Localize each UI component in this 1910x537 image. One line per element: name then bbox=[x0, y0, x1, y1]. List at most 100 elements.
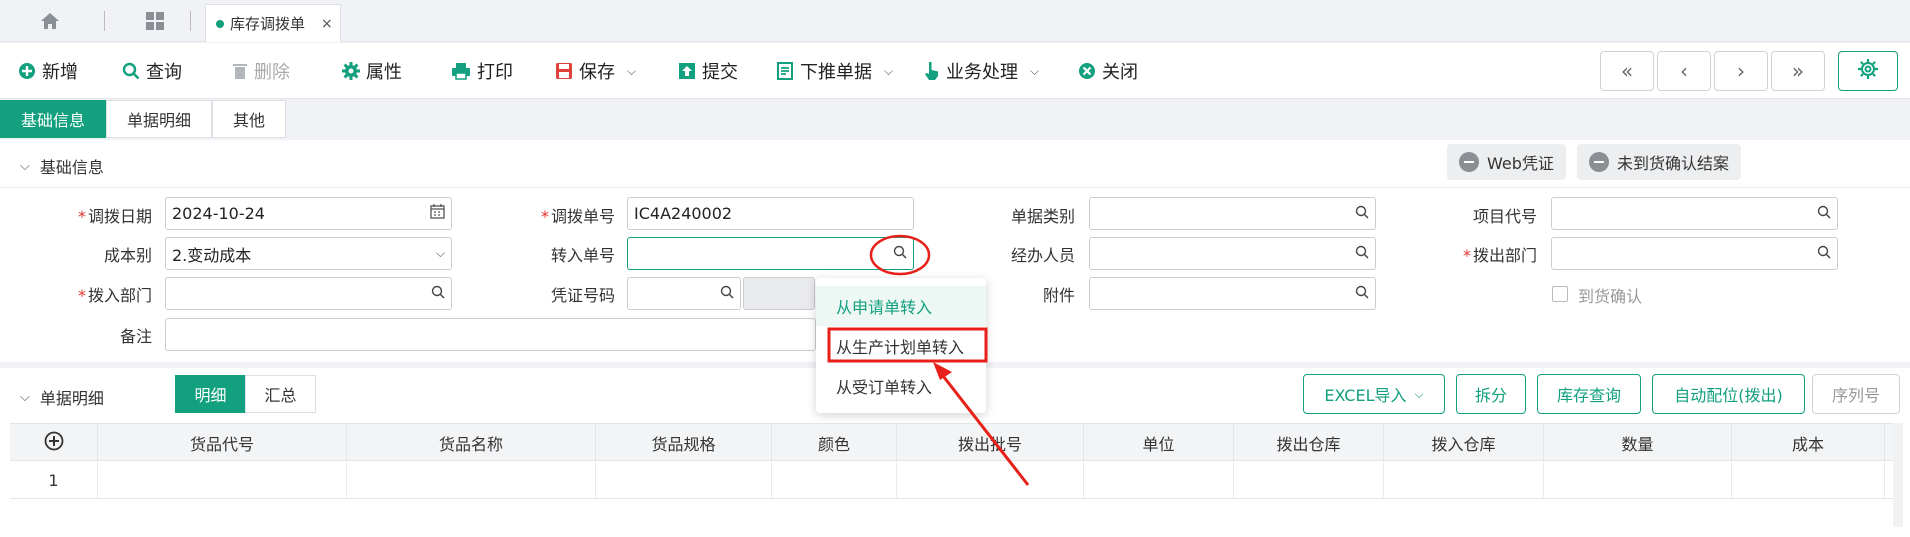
cell[interactable] bbox=[772, 461, 897, 499]
new-button[interactable]: 新增 bbox=[18, 43, 78, 99]
col-header[interactable]: 成本 bbox=[1732, 424, 1885, 462]
close-label: 关闭 bbox=[1102, 62, 1138, 83]
chevron-down-icon[interactable]: ⌵ bbox=[884, 64, 893, 79]
col-header[interactable]: 拨出仓库 bbox=[1234, 424, 1384, 462]
unarrived-confirm-button[interactable]: 未到货确认结案 bbox=[1577, 144, 1742, 180]
voucher-no-field[interactable] bbox=[627, 277, 741, 310]
menu-item-from-sales-order[interactable]: 从受订单转入 bbox=[816, 366, 986, 406]
close-button[interactable]: 关闭 bbox=[1078, 43, 1138, 99]
unarrived-confirm-label: 未到货确认结案 bbox=[1617, 154, 1730, 173]
col-header[interactable]: 颜色 bbox=[772, 424, 897, 462]
in-doc-no-field[interactable] bbox=[627, 237, 914, 270]
search-icon[interactable] bbox=[1817, 244, 1831, 263]
search-icon[interactable] bbox=[1817, 204, 1831, 223]
search-icon[interactable] bbox=[1355, 244, 1369, 263]
cell[interactable] bbox=[897, 461, 1084, 499]
transfer-date-field[interactable]: 2024-10-24 bbox=[165, 197, 452, 230]
attachment-field[interactable] bbox=[1089, 277, 1376, 310]
print-label: 打印 bbox=[477, 62, 513, 83]
apps-grid-icon[interactable] bbox=[140, 8, 170, 34]
plus-circle-icon bbox=[44, 431, 64, 455]
last-record-button[interactable]: » bbox=[1771, 51, 1825, 91]
next-record-button[interactable]: › bbox=[1714, 51, 1768, 91]
chevron-down-icon[interactable]: ⌵ bbox=[1030, 64, 1039, 79]
auto-allocate-button[interactable]: 自动配位(拨出) bbox=[1652, 374, 1805, 414]
tab-other[interactable]: 其他 bbox=[212, 100, 287, 138]
remark-field[interactable] bbox=[165, 318, 816, 351]
home-icon[interactable] bbox=[30, 8, 70, 34]
add-row-button[interactable] bbox=[10, 424, 98, 462]
previous-record-button[interactable]: ‹ bbox=[1657, 51, 1711, 91]
table-row[interactable]: 1 bbox=[10, 461, 1900, 499]
in-dept-field[interactable] bbox=[165, 277, 452, 310]
col-header[interactable]: 货品代号 bbox=[98, 424, 347, 462]
col-header[interactable]: 货品名称 bbox=[347, 424, 596, 462]
cell[interactable] bbox=[1234, 461, 1384, 499]
search-icon[interactable] bbox=[720, 284, 734, 303]
print-button[interactable]: 打印 bbox=[451, 43, 513, 99]
col-header[interactable]: 拨出批号 bbox=[897, 424, 1084, 462]
tab-stock-transfer[interactable]: 库存调拨单 × bbox=[205, 4, 341, 42]
save-button[interactable]: 保存 ⌵ bbox=[555, 43, 636, 99]
section-title: 基础信息 bbox=[39, 158, 104, 177]
doc-type-field[interactable] bbox=[1089, 197, 1376, 230]
col-header[interactable]: 拨入仓库 bbox=[1384, 424, 1544, 462]
basic-info-header[interactable]: ⌵ 基础信息 bbox=[20, 154, 104, 178]
cell[interactable] bbox=[596, 461, 772, 499]
chevron-down-icon[interactable]: ⌵ bbox=[436, 246, 445, 261]
settings-button[interactable] bbox=[1838, 51, 1898, 91]
stock-query-button[interactable]: 库存查询 bbox=[1537, 374, 1641, 414]
cell[interactable] bbox=[347, 461, 596, 499]
search-icon[interactable] bbox=[431, 284, 445, 303]
query-button[interactable]: 查询 bbox=[122, 43, 182, 99]
col-header[interactable]: 货品规格 bbox=[596, 424, 772, 462]
out-dept-field[interactable] bbox=[1551, 237, 1838, 270]
calendar-icon[interactable] bbox=[430, 204, 445, 223]
cell[interactable] bbox=[1384, 461, 1544, 499]
arrival-confirm-checkbox[interactable] bbox=[1552, 286, 1568, 302]
submit-button[interactable]: 提交 bbox=[678, 43, 738, 99]
cell[interactable] bbox=[1732, 461, 1885, 499]
delete-button[interactable]: 删除 bbox=[232, 43, 290, 99]
web-voucher-button[interactable]: Web凭证 bbox=[1447, 144, 1566, 180]
search-icon[interactable] bbox=[893, 244, 907, 263]
first-record-button[interactable]: « bbox=[1600, 51, 1654, 91]
cell[interactable] bbox=[1544, 461, 1732, 499]
handler-field[interactable] bbox=[1089, 237, 1376, 270]
menu-item-from-request[interactable]: 从申请单转入 bbox=[816, 286, 986, 326]
close-icon[interactable]: × bbox=[321, 16, 333, 32]
cell[interactable] bbox=[98, 461, 347, 499]
cell[interactable] bbox=[1084, 461, 1234, 499]
excel-import-button[interactable]: EXCEL导入 ⌵ bbox=[1303, 374, 1445, 414]
menu-item-from-production-plan[interactable]: 从生产计划单转入 bbox=[816, 326, 986, 366]
push-down-button[interactable]: 下推单据 ⌵ bbox=[776, 43, 893, 99]
cost-type-select[interactable]: 2.变动成本 ⌵ bbox=[165, 237, 452, 270]
vertical-scrollbar[interactable] bbox=[1893, 423, 1903, 527]
business-button[interactable]: 业务处理 ⌵ bbox=[924, 43, 1039, 99]
out-dept-label: * 拨出部门 bbox=[1462, 246, 1537, 265]
tab-document-detail[interactable]: 单据明细 bbox=[106, 100, 213, 138]
view-detail-button[interactable]: 明细 bbox=[175, 375, 246, 413]
doc-type-label: 单据类别 bbox=[1010, 207, 1075, 226]
col-header[interactable]: 数量 bbox=[1544, 424, 1732, 462]
serial-number-button[interactable]: 序列号 bbox=[1812, 374, 1900, 414]
tab-label: 库存调拨单 bbox=[230, 15, 306, 33]
transfer-no-value: IC4A240002 bbox=[634, 204, 733, 223]
divider bbox=[0, 187, 1910, 188]
trash-icon bbox=[232, 62, 248, 80]
split-button[interactable]: 拆分 bbox=[1456, 374, 1526, 414]
properties-button[interactable]: 属性 bbox=[342, 43, 402, 99]
transfer-no-field[interactable]: IC4A240002 bbox=[627, 197, 914, 230]
view-summary-button[interactable]: 汇总 bbox=[245, 375, 316, 413]
tab-basic-info[interactable]: 基础信息 bbox=[0, 100, 107, 138]
search-icon[interactable] bbox=[1355, 284, 1369, 303]
voucher-no-label: 凭证号码 bbox=[550, 286, 615, 305]
detail-header[interactable]: ⌵ 单据明细 bbox=[20, 385, 104, 409]
chevron-down-icon[interactable]: ⌵ bbox=[627, 64, 636, 79]
push-down-label: 下推单据 bbox=[800, 62, 872, 83]
project-code-field[interactable] bbox=[1551, 197, 1838, 230]
project-code-label: 项目代号 bbox=[1472, 207, 1537, 226]
cost-type-label: 成本别 bbox=[103, 246, 152, 265]
col-header[interactable]: 单位 bbox=[1084, 424, 1234, 462]
search-icon[interactable] bbox=[1355, 204, 1369, 223]
